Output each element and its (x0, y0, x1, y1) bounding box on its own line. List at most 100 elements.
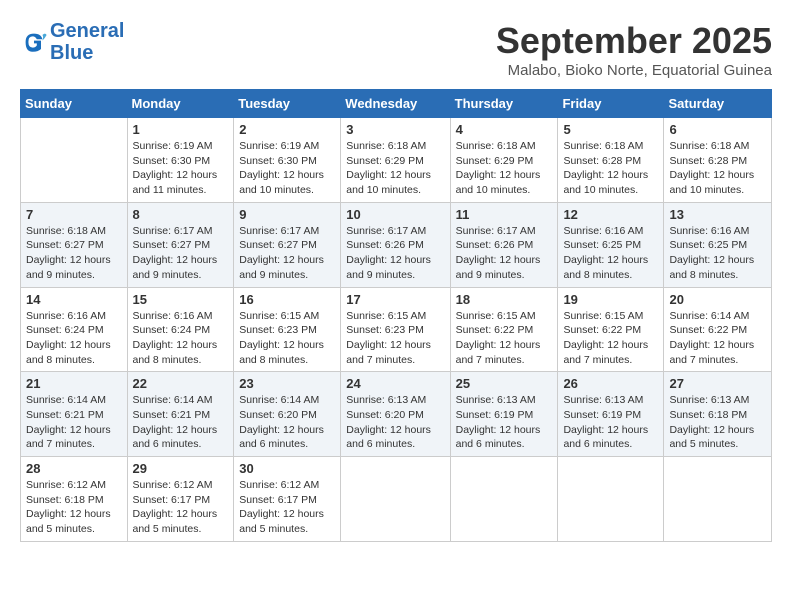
day-cell: 25 Sunrise: 6:13 AM Sunset: 6:19 PM Dayli… (450, 372, 558, 457)
day-info: Sunrise: 6:18 AM Sunset: 6:29 PM Dayligh… (456, 139, 553, 198)
week-row-2: 7 Sunrise: 6:18 AM Sunset: 6:27 PM Daylig… (21, 202, 772, 287)
day-number: 23 (239, 376, 335, 391)
day-number: 25 (456, 376, 553, 391)
title-block: September 2025 Malabo, Bioko Norte, Equa… (496, 20, 772, 79)
day-info: Sunrise: 6:13 AM Sunset: 6:19 PM Dayligh… (563, 393, 658, 452)
day-number: 26 (563, 376, 658, 391)
logo-icon (20, 28, 48, 56)
day-info: Sunrise: 6:16 AM Sunset: 6:25 PM Dayligh… (669, 224, 766, 283)
day-number: 8 (133, 207, 229, 222)
day-cell: 3 Sunrise: 6:18 AM Sunset: 6:29 PM Daylig… (341, 118, 450, 203)
day-info: Sunrise: 6:14 AM Sunset: 6:21 PM Dayligh… (26, 393, 122, 452)
day-number: 15 (133, 292, 229, 307)
day-info: Sunrise: 6:17 AM Sunset: 6:26 PM Dayligh… (346, 224, 444, 283)
day-number: 30 (239, 461, 335, 476)
day-cell: 8 Sunrise: 6:17 AM Sunset: 6:27 PM Daylig… (127, 202, 234, 287)
day-number: 13 (669, 207, 766, 222)
day-cell: 12 Sunrise: 6:16 AM Sunset: 6:25 PM Dayli… (558, 202, 664, 287)
day-cell: 21 Sunrise: 6:14 AM Sunset: 6:21 PM Dayli… (21, 372, 128, 457)
day-cell: 24Sunrise: 6:13 AM Sunset: 6:20 PM Dayli… (341, 372, 450, 457)
day-number: 24 (346, 376, 444, 391)
day-number: 2 (239, 122, 335, 137)
day-info: Sunrise: 6:12 AM Sunset: 6:17 PM Dayligh… (239, 478, 335, 537)
day-info: Sunrise: 6:18 AM Sunset: 6:29 PM Dayligh… (346, 139, 444, 198)
day-cell: 9 Sunrise: 6:17 AM Sunset: 6:27 PM Daylig… (234, 202, 341, 287)
day-cell (450, 457, 558, 542)
day-cell (21, 118, 128, 203)
day-number: 1 (133, 122, 229, 137)
day-cell: 16Sunrise: 6:15 AM Sunset: 6:23 PM Dayli… (234, 287, 341, 372)
week-row-3: 14 Sunrise: 6:16 AM Sunset: 6:24 PM Dayli… (21, 287, 772, 372)
day-cell: 18 Sunrise: 6:15 AM Sunset: 6:22 PM Dayli… (450, 287, 558, 372)
day-cell: 19 Sunrise: 6:15 AM Sunset: 6:22 PM Dayli… (558, 287, 664, 372)
day-info: Sunrise: 6:12 AM Sunset: 6:18 PM Dayligh… (26, 478, 122, 537)
week-row-4: 21 Sunrise: 6:14 AM Sunset: 6:21 PM Dayli… (21, 372, 772, 457)
day-number: 11 (456, 207, 553, 222)
day-number: 22 (133, 376, 229, 391)
day-number: 3 (346, 122, 444, 137)
day-info: Sunrise: 6:17 AM Sunset: 6:27 PM Dayligh… (239, 224, 335, 283)
week-row-1: 1 Sunrise: 6:19 AM Sunset: 6:30 PM Daylig… (21, 118, 772, 203)
day-number: 16 (239, 292, 335, 307)
day-cell: 14Sunrise: 6:16 AM Sunset: 6:24 PM Dayli… (21, 287, 128, 372)
day-cell: 29 Sunrise: 6:12 AM Sunset: 6:17 PM Dayli… (127, 457, 234, 542)
day-header-thursday: Thursday (450, 90, 558, 118)
logo-text: General Blue (50, 20, 124, 64)
month-title: September 2025 (496, 20, 772, 62)
day-cell: 10 Sunrise: 6:17 AM Sunset: 6:26 PM Dayli… (341, 202, 450, 287)
day-cell: 26 Sunrise: 6:13 AM Sunset: 6:19 PM Dayli… (558, 372, 664, 457)
header-row: SundayMondayTuesdayWednesdayThursdayFrid… (21, 90, 772, 118)
day-info: Sunrise: 6:18 AM Sunset: 6:27 PM Dayligh… (26, 224, 122, 283)
day-info: Sunrise: 6:13 AM Sunset: 6:19 PM Dayligh… (456, 393, 553, 452)
day-info: Sunrise: 6:16 AM Sunset: 6:24 PM Dayligh… (133, 309, 229, 368)
day-number: 29 (133, 461, 229, 476)
day-cell: 1Sunrise: 6:19 AM Sunset: 6:30 PM Daylig… (127, 118, 234, 203)
day-info: Sunrise: 6:16 AM Sunset: 6:25 PM Dayligh… (563, 224, 658, 283)
day-info: Sunrise: 6:14 AM Sunset: 6:20 PM Dayligh… (239, 393, 335, 452)
day-info: Sunrise: 6:19 AM Sunset: 6:30 PM Dayligh… (239, 139, 335, 198)
day-cell (558, 457, 664, 542)
day-cell: 4 Sunrise: 6:18 AM Sunset: 6:29 PM Daylig… (450, 118, 558, 203)
day-info: Sunrise: 6:18 AM Sunset: 6:28 PM Dayligh… (563, 139, 658, 198)
day-cell: 7 Sunrise: 6:18 AM Sunset: 6:27 PM Daylig… (21, 202, 128, 287)
day-number: 19 (563, 292, 658, 307)
page-header: General Blue September 2025 Malabo, Biok… (20, 20, 772, 79)
day-number: 6 (669, 122, 766, 137)
day-number: 18 (456, 292, 553, 307)
day-info: Sunrise: 6:15 AM Sunset: 6:22 PM Dayligh… (563, 309, 658, 368)
day-number: 28 (26, 461, 122, 476)
day-info: Sunrise: 6:15 AM Sunset: 6:23 PM Dayligh… (346, 309, 444, 368)
day-cell: 15 Sunrise: 6:16 AM Sunset: 6:24 PM Dayli… (127, 287, 234, 372)
day-number: 21 (26, 376, 122, 391)
day-info: Sunrise: 6:17 AM Sunset: 6:26 PM Dayligh… (456, 224, 553, 283)
logo: General Blue (20, 20, 124, 64)
day-cell: 11 Sunrise: 6:17 AM Sunset: 6:26 PM Dayli… (450, 202, 558, 287)
day-number: 7 (26, 207, 122, 222)
day-cell: 6 Sunrise: 6:18 AM Sunset: 6:28 PM Daylig… (664, 118, 772, 203)
day-number: 14 (26, 292, 122, 307)
day-cell: 13 Sunrise: 6:16 AM Sunset: 6:25 PM Dayli… (664, 202, 772, 287)
day-info: Sunrise: 6:12 AM Sunset: 6:17 PM Dayligh… (133, 478, 229, 537)
day-info: Sunrise: 6:18 AM Sunset: 6:28 PM Dayligh… (669, 139, 766, 198)
day-cell: 23 Sunrise: 6:14 AM Sunset: 6:20 PM Dayli… (234, 372, 341, 457)
day-cell: 2 Sunrise: 6:19 AM Sunset: 6:30 PM Daylig… (234, 118, 341, 203)
day-header-tuesday: Tuesday (234, 90, 341, 118)
day-cell: 30 Sunrise: 6:12 AM Sunset: 6:17 PM Dayli… (234, 457, 341, 542)
day-cell: 27Sunrise: 6:13 AM Sunset: 6:18 PM Dayli… (664, 372, 772, 457)
day-number: 17 (346, 292, 444, 307)
day-cell: 17 Sunrise: 6:15 AM Sunset: 6:23 PM Dayli… (341, 287, 450, 372)
day-cell: 28 Sunrise: 6:12 AM Sunset: 6:18 PM Dayli… (21, 457, 128, 542)
day-number: 10 (346, 207, 444, 222)
day-info: Sunrise: 6:14 AM Sunset: 6:22 PM Dayligh… (669, 309, 766, 368)
day-number: 12 (563, 207, 658, 222)
day-number: 9 (239, 207, 335, 222)
day-cell: 5Sunrise: 6:18 AM Sunset: 6:28 PM Daylig… (558, 118, 664, 203)
day-info: Sunrise: 6:17 AM Sunset: 6:27 PM Dayligh… (133, 224, 229, 283)
day-header-monday: Monday (127, 90, 234, 118)
day-header-sunday: Sunday (21, 90, 128, 118)
day-info: Sunrise: 6:15 AM Sunset: 6:22 PM Dayligh… (456, 309, 553, 368)
day-number: 4 (456, 122, 553, 137)
day-cell: 20Sunrise: 6:14 AM Sunset: 6:22 PM Dayli… (664, 287, 772, 372)
day-cell (664, 457, 772, 542)
day-header-wednesday: Wednesday (341, 90, 450, 118)
